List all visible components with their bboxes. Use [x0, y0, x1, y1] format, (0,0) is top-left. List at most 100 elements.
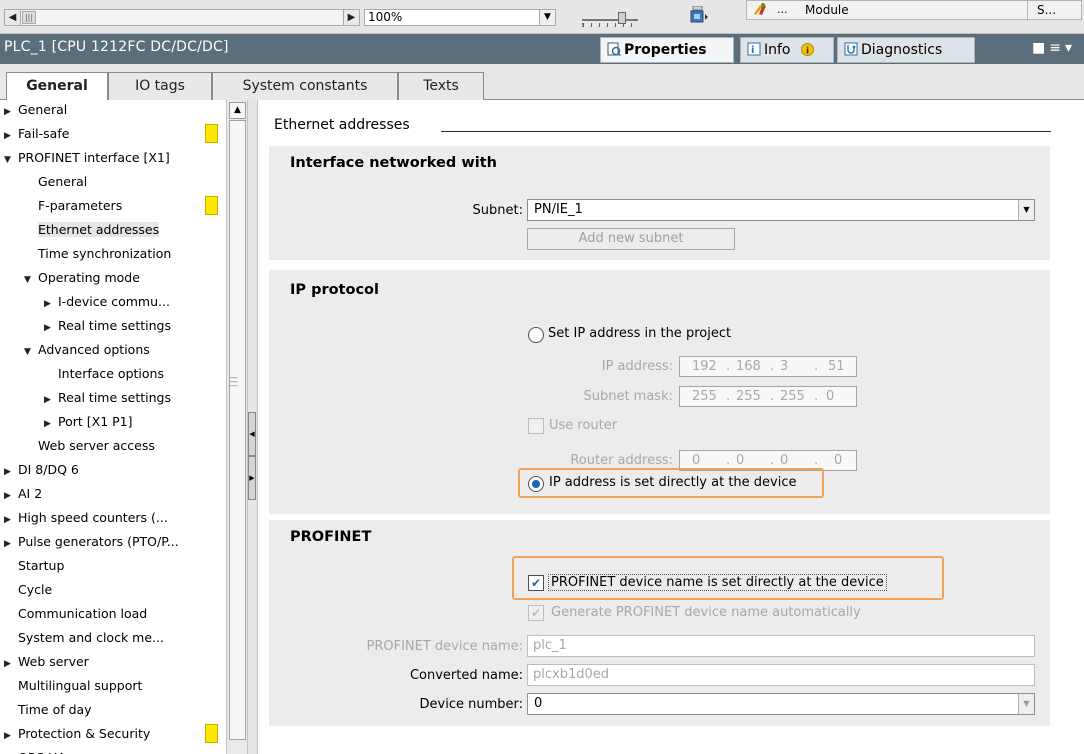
name-at-device-checkbox[interactable]: ✔ — [528, 575, 544, 591]
tree-item[interactable]: ▼ Operating mode — [0, 266, 226, 290]
device-view-icon[interactable] — [688, 6, 708, 24]
collapse-left-icon[interactable]: ◀ — [248, 412, 256, 456]
tree-item-label: Ethernet addresses — [38, 222, 160, 237]
dot: . — [726, 389, 731, 404]
tree-item[interactable]: Time of day — [0, 698, 226, 722]
tree-item[interactable]: ▶ I-device commu... — [0, 290, 226, 314]
tree-scrollbar[interactable]: ▲ — — — — [226, 100, 248, 754]
collapse-arrow-icon[interactable]: ▼ — [24, 268, 34, 292]
tree-item[interactable]: Cycle — [0, 578, 226, 602]
set-ip-in-project-radio[interactable] — [528, 327, 544, 343]
tree-item[interactable]: ▶ High speed counters (... — [0, 506, 226, 530]
expand-arrow-icon[interactable]: ▶ — [4, 724, 14, 748]
expand-arrow-icon[interactable]: ▶ — [4, 124, 14, 148]
add-subnet-button[interactable]: Add new subnet — [527, 228, 735, 250]
zoom-level-field[interactable]: 100% — [364, 9, 540, 26]
tree-item[interactable]: ▶ Pulse generators (PTO/P... — [0, 530, 226, 554]
tree-item[interactable]: Time synchronization — [0, 242, 226, 266]
scroll-left-icon[interactable]: ◀ — [5, 10, 21, 25]
subnet-dropdown[interactable]: PN/IE_1 ▼ — [527, 199, 1035, 221]
converted-name-field[interactable]: plcxb1d0ed — [527, 664, 1035, 686]
tree-item[interactable]: Ethernet addresses — [0, 218, 226, 242]
tree-item[interactable]: Interface options — [0, 362, 226, 386]
collapse-arrow-icon[interactable]: ▼ — [4, 148, 14, 172]
expand-arrow-icon[interactable]: ▶ — [4, 484, 14, 508]
tree-item[interactable]: ▶ DI 8/DQ 6 — [0, 458, 226, 482]
expand-arrow-icon[interactable]: ▶ — [4, 460, 14, 484]
expand-arrow-icon[interactable]: ▶ — [44, 292, 54, 316]
tree-item-label: High speed counters (... — [18, 510, 168, 525]
tree-item[interactable]: ▶ AI 2 — [0, 482, 226, 506]
ip-address-field[interactable]: 192 . 168 . 3 . 51 — [679, 356, 857, 377]
tree-item[interactable]: ▶ Real time settings — [0, 314, 226, 338]
device-number-dropdown[interactable]: 0 ▼ — [527, 693, 1035, 715]
tab-diagnostics[interactable]: Diagnostics — [837, 37, 975, 63]
expand-arrow-icon[interactable]: ▶ — [4, 508, 14, 532]
tree-item[interactable]: Communication load — [0, 602, 226, 626]
tree-item[interactable]: Multilingual support — [0, 674, 226, 698]
chevron-down-icon[interactable]: ▼ — [1018, 694, 1034, 714]
panel-splitter[interactable]: ◀ ▶ — [248, 100, 258, 754]
tree-item[interactable]: Web server access — [0, 434, 226, 458]
tab-info[interactable]: i Info i — [740, 37, 834, 63]
tree-item-label: Time synchronization — [38, 246, 172, 261]
expand-arrow-icon[interactable]: ▶ — [4, 652, 14, 676]
zoom-slider[interactable] — [582, 12, 640, 28]
ip-at-device-radio[interactable] — [528, 476, 544, 492]
use-router-checkbox[interactable] — [528, 418, 544, 434]
expand-right-icon[interactable]: ▶ — [248, 456, 256, 500]
tree-item[interactable]: ▶ Fail-safe — [0, 122, 226, 146]
tree-item[interactable]: General — [0, 170, 226, 194]
tree-item[interactable]: ▶ General — [0, 100, 226, 122]
tree-item[interactable]: ▼ Advanced options — [0, 338, 226, 362]
slider-thumb[interactable] — [618, 12, 626, 24]
tab-system-constants[interactable]: System constants — [212, 72, 398, 100]
window-controls[interactable]: ■≡▾ — [1032, 40, 1076, 56]
horizontal-scrollbar[interactable]: ◀ ||| ▶ — [4, 9, 360, 26]
scroll-thumb[interactable] — [229, 120, 246, 740]
ip-octet-3: 3 — [780, 359, 789, 374]
subnet-mask-field[interactable]: 255 . 255 . 255 . 0 — [679, 386, 857, 407]
expand-arrow-icon[interactable]: ▶ — [44, 412, 54, 436]
tab-general[interactable]: General — [6, 72, 108, 101]
chevron-down-icon[interactable]: ▼ — [1018, 200, 1034, 220]
tab-texts[interactable]: Texts — [398, 72, 484, 100]
module-column-header: ... Module S... — [746, 0, 1082, 21]
expand-arrow-icon[interactable]: ▶ — [4, 532, 14, 556]
ip-octet-2: 168 — [736, 359, 761, 374]
expand-arrow-icon[interactable]: ▶ — [44, 388, 54, 412]
section-divider — [441, 131, 1051, 132]
collapse-arrow-icon[interactable]: ▼ — [24, 340, 34, 364]
chevron-down-icon[interactable]: ▼ — [539, 9, 556, 26]
scroll-up-icon[interactable]: ▲ — [229, 102, 246, 119]
expand-arrow-icon[interactable]: ▶ — [4, 100, 14, 124]
fail-safe-marker-icon — [205, 196, 218, 215]
tab-info-label: Info — [764, 42, 791, 58]
ip-octet-1: 192 — [692, 359, 717, 374]
tree-item-label: Advanced options — [38, 342, 150, 357]
device-name-field[interactable]: plc_1 — [527, 635, 1035, 657]
tree-item[interactable]: ▶ Port [X1 P1] — [0, 410, 226, 434]
scroll-thumb[interactable]: ||| — [22, 11, 36, 24]
device-title: PLC_1 [CPU 1212FC DC/DC/DC] — [4, 39, 229, 55]
tree-item[interactable]: Startup — [0, 554, 226, 578]
tree-item[interactable]: ▶ Real time settings — [0, 386, 226, 410]
tree-item[interactable]: ▶ Protection & Security — [0, 722, 226, 746]
diagnostics-icon — [844, 42, 858, 56]
tree-item-label: F-parameters — [38, 198, 123, 213]
tree-item[interactable]: System and clock me... — [0, 626, 226, 650]
tree-item[interactable]: ▶ Web server — [0, 650, 226, 674]
expand-arrow-icon[interactable]: ▶ — [44, 316, 54, 340]
tab-diagnostics-label: Diagnostics — [861, 42, 943, 58]
tab-properties[interactable]: Properties — [600, 37, 734, 63]
tree-item[interactable]: ▼ PROFINET interface [X1] — [0, 146, 226, 170]
tree-item[interactable]: ▼ OPC UA — [0, 746, 226, 754]
tab-io-tags[interactable]: IO tags — [108, 72, 212, 100]
tree-item[interactable]: F-parameters — [0, 194, 226, 218]
collapse-arrow-icon[interactable]: ▼ — [4, 748, 14, 754]
tab-properties-label: Properties — [624, 42, 707, 58]
scroll-right-icon[interactable]: ▶ — [343, 10, 359, 25]
tree-item-label: Cycle — [18, 582, 53, 597]
generate-name-checkbox[interactable]: ✔ — [528, 605, 544, 621]
info-icon: i — [747, 42, 761, 56]
